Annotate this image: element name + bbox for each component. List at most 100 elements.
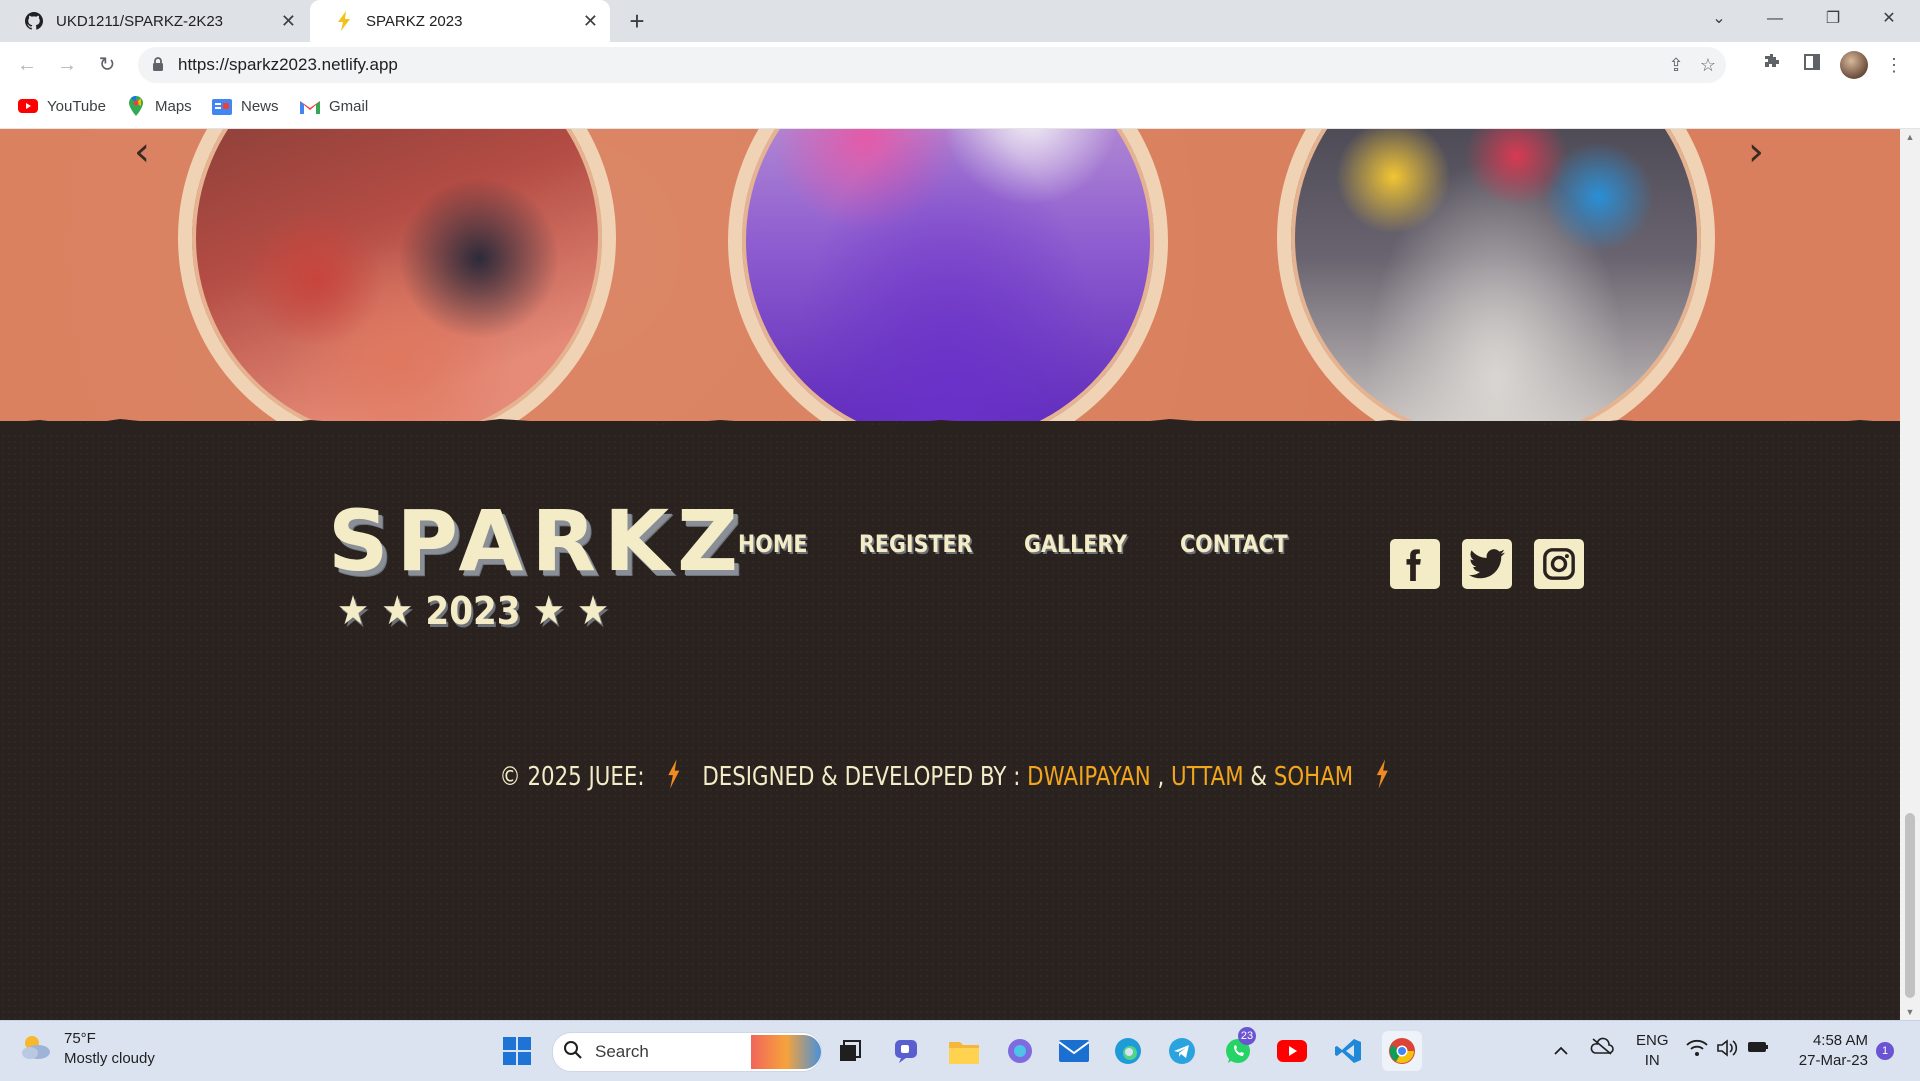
- task-view-icon[interactable]: [830, 1031, 870, 1071]
- close-tab-icon[interactable]: ✕: [583, 11, 598, 31]
- footer-logo[interactable]: SPARKZ ★ ★ 2023 ★ ★: [328, 495, 738, 634]
- bookmark-maps[interactable]: Maps: [126, 88, 192, 124]
- wifi-icon[interactable]: [1686, 1039, 1708, 1063]
- clock-time: 4:58 AM: [1812, 1032, 1868, 1049]
- chevron-left-icon[interactable]: ‹: [124, 129, 160, 175]
- footer-credits: © 2025 JUEE: DESIGNED & DEVELOPED BY : D…: [173, 759, 1731, 796]
- edge-icon[interactable]: [1108, 1031, 1148, 1071]
- search-highlight-icon: [751, 1035, 821, 1069]
- tab-search-icon[interactable]: ⌄: [1696, 0, 1742, 38]
- credit-separator: ,: [1157, 762, 1165, 792]
- page-viewport: ‹ › SPARKZ ★ ★ 2023 ★ ★ HOME REGISTER GA…: [0, 129, 1900, 1020]
- star-icon: ★: [532, 588, 565, 634]
- side-panel-icon[interactable]: [1800, 53, 1824, 77]
- bookmark-news[interactable]: News: [212, 88, 279, 124]
- taskbar-search[interactable]: Search: [552, 1032, 822, 1072]
- address-bar[interactable]: https://sparkz2023.netlify.app ⇪ ☆: [138, 47, 1726, 83]
- bookmark-star-icon[interactable]: ☆: [1696, 53, 1720, 77]
- chrome-icon[interactable]: [1382, 1031, 1422, 1071]
- gallery-photo-stage[interactable]: [728, 129, 1168, 461]
- news-icon: [212, 96, 232, 116]
- bookmark-gmail[interactable]: Gmail: [300, 88, 368, 124]
- star-icon: ★: [576, 588, 610, 634]
- extensions-icon[interactable]: [1760, 53, 1784, 77]
- star-icon: ★: [336, 588, 370, 634]
- forward-button[interactable]: →: [50, 48, 84, 82]
- onedrive-offline-icon[interactable]: [1590, 1037, 1614, 1061]
- copilot-icon[interactable]: [1000, 1031, 1040, 1071]
- whatsapp-icon[interactable]: 23: [1218, 1027, 1258, 1071]
- restore-button[interactable]: ❐: [1810, 0, 1856, 38]
- copyright-text: © 2025 JUEE:: [499, 762, 645, 792]
- search-label: Search: [595, 1042, 649, 1061]
- profile-avatar[interactable]: [1840, 51, 1868, 79]
- credit-name-dwaipayan[interactable]: DWAIPAYAN: [1027, 762, 1151, 792]
- footer-nav-register[interactable]: REGISTER: [859, 530, 973, 570]
- minimize-button[interactable]: —: [1752, 0, 1798, 38]
- twitter-icon[interactable]: [1462, 539, 1512, 589]
- weather-desc: Mostly cloudy: [64, 1050, 155, 1067]
- bookmark-label: Gmail: [329, 97, 369, 115]
- gallery-carousel: ‹ ›: [0, 129, 1900, 461]
- lang-line1: ENG: [1636, 1032, 1669, 1049]
- notification-badge[interactable]: 1: [1876, 1042, 1894, 1060]
- credit-name-uttam[interactable]: UTTAM: [1171, 762, 1244, 792]
- menu-dots-icon[interactable]: ⋮: [1882, 53, 1906, 77]
- mail-icon[interactable]: [1054, 1031, 1094, 1071]
- bookmark-youtube[interactable]: YouTube: [18, 88, 106, 124]
- footer-nav-contact[interactable]: CONTACT: [1180, 530, 1288, 570]
- footer-nav-home[interactable]: HOME: [738, 530, 807, 570]
- volume-icon[interactable]: [1716, 1039, 1738, 1063]
- star-icon: ★: [381, 588, 414, 634]
- bookmark-label: YouTube: [47, 97, 106, 115]
- lock-icon[interactable]: [152, 57, 164, 77]
- show-hidden-icons[interactable]: [1554, 1041, 1568, 1061]
- back-button[interactable]: ←: [10, 48, 44, 82]
- weather-temp: 75°F: [64, 1030, 96, 1047]
- gallery-photo-group[interactable]: [1277, 129, 1715, 457]
- bolt-icon: [666, 759, 681, 796]
- tab-github[interactable]: UKD1211/SPARKZ-2K23 ✕: [0, 0, 308, 42]
- github-icon: [24, 11, 44, 31]
- gmail-icon: [300, 96, 320, 116]
- teams-chat-icon[interactable]: [887, 1031, 927, 1071]
- bookmarks-bar: YouTube Maps News Gmail: [0, 88, 1920, 129]
- close-tab-icon[interactable]: ✕: [281, 11, 296, 31]
- tab-sparkz[interactable]: SPARKZ 2023 ✕: [310, 0, 610, 42]
- language-indicator[interactable]: ENG IN: [1636, 1031, 1669, 1071]
- share-icon[interactable]: ⇪: [1664, 53, 1688, 77]
- windows-start-icon[interactable]: [497, 1031, 537, 1071]
- windows-taskbar: 75°F Mostly cloudy Search 23 ENG IN 4:58…: [0, 1020, 1920, 1081]
- credit-separator: &: [1250, 762, 1268, 792]
- site-footer: [0, 421, 1900, 1020]
- maps-icon: [126, 96, 146, 116]
- file-explorer-icon[interactable]: [944, 1031, 984, 1071]
- scrollbar-thumb[interactable]: [1905, 813, 1915, 998]
- reload-button[interactable]: ↻: [90, 48, 124, 82]
- chevron-right-icon[interactable]: ›: [1738, 129, 1774, 175]
- credit-name-soham[interactable]: SOHAM: [1274, 762, 1353, 792]
- address-url[interactable]: https://sparkz2023.netlify.app: [178, 47, 398, 83]
- youtube-app-icon[interactable]: [1272, 1031, 1312, 1071]
- weather-widget[interactable]: 75°F Mostly cloudy: [18, 1029, 155, 1069]
- gallery-photo-music[interactable]: [178, 129, 616, 457]
- instagram-icon[interactable]: [1534, 539, 1584, 589]
- logo-year: 2023: [425, 589, 521, 633]
- vscode-icon[interactable]: [1328, 1031, 1368, 1071]
- telegram-icon[interactable]: [1162, 1031, 1202, 1071]
- torn-edge-divider: [0, 419, 1900, 431]
- scroll-down-icon[interactable]: ▼: [1900, 1004, 1920, 1020]
- scroll-up-icon[interactable]: ▲: [1900, 129, 1920, 145]
- designed-by-text: DESIGNED & DEVELOPED BY :: [702, 762, 1021, 792]
- close-window-button[interactable]: ✕: [1866, 0, 1912, 38]
- page-scrollbar[interactable]: ▲ ▼: [1900, 129, 1920, 1020]
- clock-date: 27-Mar-23: [1798, 1052, 1868, 1069]
- youtube-icon: [18, 96, 38, 116]
- lang-line2: IN: [1644, 1052, 1660, 1069]
- footer-nav-gallery[interactable]: GALLERY: [1024, 530, 1127, 570]
- clock[interactable]: 4:58 AM 27-Mar-23: [1788, 1031, 1868, 1071]
- battery-icon[interactable]: [1746, 1039, 1770, 1061]
- bolt-icon: [1375, 759, 1390, 796]
- facebook-icon[interactable]: [1390, 539, 1440, 589]
- new-tab-button[interactable]: +: [622, 6, 652, 36]
